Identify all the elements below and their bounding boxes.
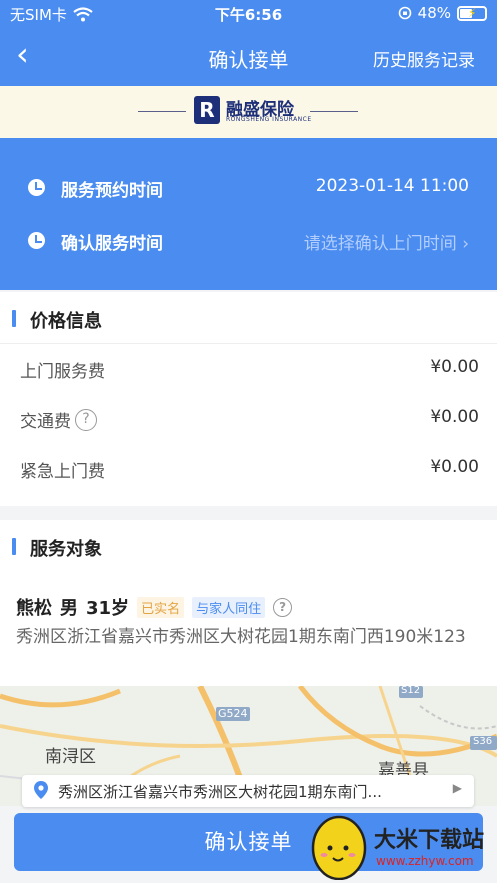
chevron-right-icon: ▶ [452,781,462,795]
top-bar: 无SIM卡 下午6:56 48% ⚡ ‹ 确认接单 历史服务记录 [0,0,497,86]
price-row-emergency: 紧急上门费 ¥0.00 [0,454,497,484]
confirm-time-picker[interactable]: 请选择确认上门时间 › [304,229,469,254]
person-info: 熊松 男 31岁 已实名 与家人同住 ? [16,594,293,620]
battery-percent: 48% [417,4,451,22]
section-title: 价格信息 [30,311,102,332]
brand-banner: R 融盛保险 RONGSHENG INSURANCE [0,86,497,138]
watermark-title: 大米下载站 [374,828,485,853]
price-row-service: 上门服务费 ¥0.00 [0,354,497,384]
price-row-transport: 交通费 ? ¥0.00 [0,404,497,434]
brand-logo-icon: R [194,96,220,124]
clock-icon [28,232,45,249]
service-target-header: 服务对象 [0,520,497,572]
price-value: ¥0.00 [430,407,479,427]
help-icon[interactable]: ? [75,408,97,431]
price-section-header: 价格信息 [0,292,497,344]
price-label: 上门服务费 [20,362,105,382]
map-label-g524: G524 [218,707,248,720]
watermark: 大米下载站 www.zzhyw.com [310,808,497,883]
battery-icon: ⚡ [457,5,487,21]
person-gender: 男 [60,598,78,619]
help-icon[interactable]: ? [273,597,293,617]
map-label-s36: S36 [473,736,493,747]
clock-icon [28,179,45,196]
history-link[interactable]: 历史服务记录 [373,46,475,71]
person-age: 31岁 [86,598,130,619]
price-value: ¥0.00 [430,357,479,377]
price-label: 交通费 [20,412,71,432]
location-pin-icon [34,781,48,799]
mascot-egg-icon [311,815,367,880]
service-target-section: 服务对象 熊松 男 31岁 已实名 与家人同住 ? 秀洲区浙江省嘉兴市秀洲区大树… [0,520,497,686]
watermark-url: www.zzhyw.com [376,854,474,868]
person-address: 秀洲区浙江省嘉兴市秀洲区大树花园1期东南门西190米123 [16,627,466,647]
verified-badge: 已实名 [137,596,185,618]
price-section: 价格信息 上门服务费 ¥0.00 交通费 ? ¥0.00 紧急上门费 ¥0.00 [0,292,497,506]
section-title: 服务对象 [30,539,102,560]
status-bar: 无SIM卡 下午6:56 48% ⚡ [0,0,497,28]
appointment-label: 服务预约时间 [61,181,163,201]
confirm-time-row[interactable]: 确认服务时间 请选择确认上门时间 › [0,226,497,256]
map-address-bar[interactable]: 秀洲区浙江省嘉兴市秀洲区大树花园1期东南门... ▶ [22,775,474,807]
confirm-time-label: 确认服务时间 [61,234,163,254]
divider-right [310,111,358,112]
person-name: 熊松 [16,598,52,619]
time-card: 服务预约时间 2023-01-14 11:00 确认服务时间 请选择确认上门时间… [0,138,497,290]
divider-left [138,111,186,112]
price-value: ¥0.00 [430,457,479,477]
map-address-text: 秀洲区浙江省嘉兴市秀洲区大树花园1期东南门... [58,783,382,801]
family-badge: 与家人同住 [192,596,266,618]
brand-logo-sub: RONGSHENG INSURANCE [226,116,312,123]
nav-bar: ‹ 确认接单 历史服务记录 [0,32,497,80]
price-label: 紧急上门费 [20,462,105,482]
orientation-lock-icon [398,6,411,20]
appointment-value: 2023-01-14 11:00 [315,176,469,196]
appointment-time-row: 服务预约时间 2023-01-14 11:00 [0,173,497,203]
map-label-s12: S12 [401,686,421,696]
map-label-nanxun: 南浔区 [45,747,96,767]
